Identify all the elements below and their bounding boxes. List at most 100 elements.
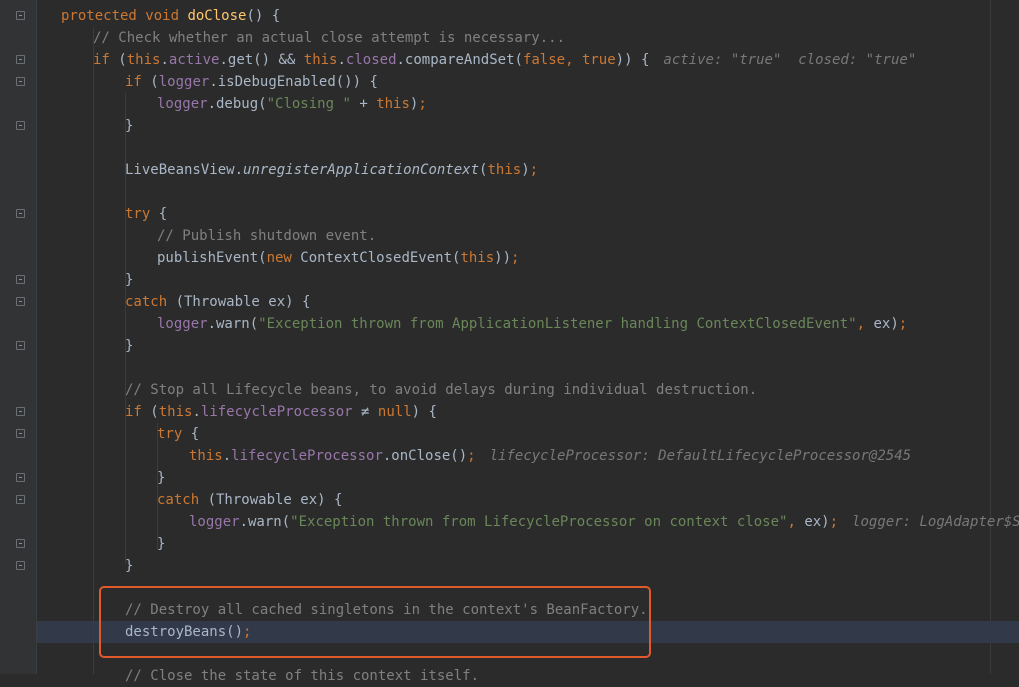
code-line[interactable]: // Check whether an actual close attempt… — [37, 27, 1019, 49]
code-line[interactable]: catch (Throwable ex) { — [37, 489, 1019, 511]
code-line[interactable]: if (logger.isDebugEnabled()) { — [37, 71, 1019, 93]
code-token: . — [337, 52, 346, 68]
code-token: catch — [125, 294, 176, 310]
code-token: . — [160, 52, 169, 68]
code-token: unregisterApplicationContext — [243, 162, 480, 178]
code-token: () { — [246, 8, 281, 24]
fold-toggle-icon[interactable] — [16, 407, 25, 416]
code-token: // Check whether an actual close attempt… — [93, 30, 566, 46]
code-token: ≠ — [352, 404, 378, 420]
code-token: ex) — [804, 514, 830, 530]
code-text: catch (Throwable ex) { — [125, 291, 310, 313]
code-token: "Closing " — [266, 96, 351, 112]
code-token: // Close the state of this context itsel… — [125, 668, 480, 684]
code-token: lifecycleProcessor — [200, 404, 353, 420]
fold-toggle-icon[interactable] — [16, 495, 25, 504]
code-line[interactable]: try { — [37, 203, 1019, 225]
code-line[interactable]: // Publish shutdown event. — [37, 225, 1019, 247]
code-line[interactable]: logger.warn("Exception thrown from Lifec… — [37, 511, 1019, 533]
code-token: if — [125, 74, 151, 90]
fold-toggle-icon[interactable] — [16, 77, 25, 86]
code-token: (Throwable ex) { — [175, 294, 311, 310]
code-text: } — [125, 115, 133, 137]
code-token: ex) — [873, 316, 899, 332]
code-token: this — [487, 162, 522, 178]
editor-gutter[interactable] — [0, 0, 36, 674]
code-token: catch — [157, 492, 208, 508]
code-token: lifecycleProcessor — [231, 448, 383, 464]
code-token: "Exception thrown from ApplicationListen… — [258, 316, 857, 332]
code-text: LiveBeansView.unregisterApplicationConte… — [125, 159, 538, 181]
code-token: ContextClosedEvent( — [300, 250, 461, 266]
code-text: // Stop all Lifecycle beans, to avoid de… — [125, 379, 757, 401]
code-line[interactable]: try { — [37, 423, 1019, 445]
code-line[interactable]: if (this.lifecycleProcessor ≠ null) { — [37, 401, 1019, 423]
code-line[interactable]: } — [37, 269, 1019, 291]
code-token: , — [787, 514, 805, 530]
code-token: } — [157, 536, 166, 552]
code-line[interactable]: logger.warn("Exception thrown from Appli… — [37, 313, 1019, 335]
code-token: ; — [529, 162, 539, 178]
code-line[interactable] — [37, 137, 1019, 159]
code-line[interactable]: protected void doClose() { — [37, 5, 1019, 27]
code-line[interactable] — [37, 181, 1019, 203]
code-editor[interactable]: protected void doClose() { // Check wheth… — [0, 0, 1019, 684]
code-token: ; — [418, 96, 427, 112]
code-text: // Close the state of this context itsel… — [125, 665, 479, 687]
code-token: try — [157, 426, 191, 442]
code-token: .onClose() — [382, 448, 468, 464]
fold-toggle-icon[interactable] — [16, 55, 25, 64]
code-token: closed — [345, 52, 397, 68]
fold-toggle-icon[interactable] — [16, 11, 25, 20]
fold-toggle-icon[interactable] — [16, 121, 25, 130]
code-text: logger.debug("Closing " + this); — [157, 93, 427, 115]
code-token: . — [222, 448, 232, 464]
annotation-highlight-box — [99, 586, 651, 658]
fold-toggle-icon[interactable] — [16, 539, 25, 548]
code-token: LiveBeansView. — [125, 162, 244, 178]
code-line[interactable]: } — [37, 533, 1019, 555]
code-text: // Publish shutdown event. — [157, 225, 376, 247]
code-token: // Stop all Lifecycle beans, to avoid de… — [125, 382, 758, 398]
code-text: } — [125, 335, 133, 357]
code-text: // Check whether an actual close attempt… — [93, 27, 565, 49]
code-text: } — [125, 555, 133, 577]
code-token: null — [377, 404, 412, 420]
code-token: true — [581, 52, 616, 68]
code-token: , — [856, 316, 874, 332]
fold-toggle-icon[interactable] — [16, 473, 25, 482]
code-token: try — [125, 206, 159, 222]
code-token: logger — [157, 316, 208, 332]
code-line[interactable]: // Stop all Lifecycle beans, to avoid de… — [37, 379, 1019, 401]
fold-toggle-icon[interactable] — [16, 561, 25, 570]
code-token: ( — [118, 52, 127, 68]
fold-toggle-icon[interactable] — [16, 275, 25, 284]
code-line[interactable]: // Close the state of this context itsel… — [37, 665, 1019, 687]
code-token: // Publish shutdown event. — [157, 228, 377, 244]
code-line[interactable]: if (this.active.get() && this.closed.com… — [37, 49, 1019, 71]
code-token: } — [125, 272, 134, 288]
code-text: } — [157, 467, 165, 489]
fold-toggle-icon[interactable] — [16, 297, 25, 306]
code-token: ( — [150, 404, 159, 420]
code-line[interactable]: } — [37, 115, 1019, 137]
code-line[interactable] — [37, 357, 1019, 379]
code-line[interactable]: this.lifecycleProcessor.onClose(); lifecy… — [37, 445, 1019, 467]
code-token: void — [145, 8, 188, 24]
code-token: publishEvent( — [157, 250, 267, 266]
fold-toggle-icon[interactable] — [16, 341, 25, 350]
code-token: ) { — [411, 404, 437, 420]
fold-toggle-icon[interactable] — [16, 429, 25, 438]
code-text: catch (Throwable ex) { — [157, 489, 342, 511]
indent-guide — [125, 93, 126, 564]
code-line[interactable]: } — [37, 335, 1019, 357]
code-line[interactable]: logger.debug("Closing " + this); — [37, 93, 1019, 115]
code-line[interactable]: } — [37, 467, 1019, 489]
fold-toggle-icon[interactable] — [16, 209, 25, 218]
code-line[interactable]: catch (Throwable ex) { — [37, 291, 1019, 313]
code-token: ) — [521, 162, 530, 178]
code-line[interactable]: publishEvent(new ContextClosedEvent(this… — [37, 247, 1019, 269]
code-line[interactable]: LiveBeansView.unregisterApplicationConte… — [37, 159, 1019, 181]
code-token: .debug( — [207, 96, 267, 112]
code-line[interactable]: } — [37, 555, 1019, 577]
